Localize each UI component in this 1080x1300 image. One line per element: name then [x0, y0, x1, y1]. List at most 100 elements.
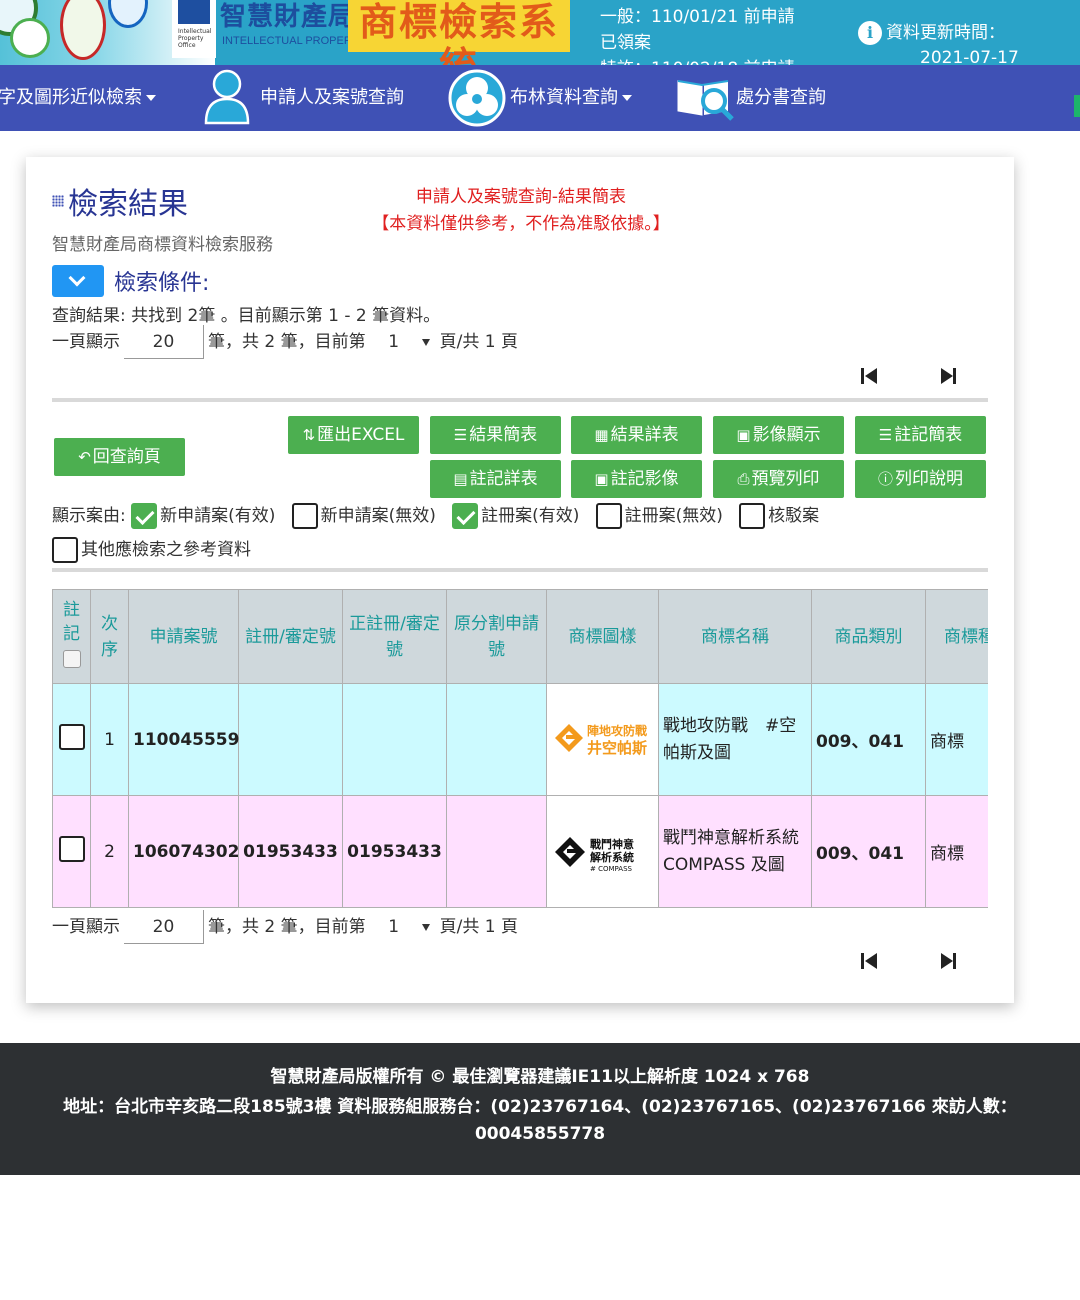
back-to-search-button[interactable]: ↶ 回查詢頁	[54, 438, 185, 476]
button-label: 註記簡表	[894, 425, 963, 445]
page-subtitle: 智慧財產局商標資料檢索服務	[52, 235, 273, 255]
print-preview-button[interactable]: ⎙ 預覽列印	[713, 460, 844, 498]
nav-boolean-search[interactable]: 布林資料查詢	[510, 65, 632, 131]
book-search-icon	[674, 71, 734, 127]
reg-no	[238, 683, 343, 796]
col-main-reg-no[interactable]: 正註冊/審定號	[342, 589, 447, 684]
print-help-button[interactable]: ⓘ 列印說明	[855, 460, 986, 498]
col-classes[interactable]: 商品類別	[811, 589, 926, 684]
nav-label: 處分書查詢	[736, 87, 826, 108]
column-header: 註記	[63, 599, 80, 644]
filter-new-invalid[interactable]: 新申請案(無效)	[291, 503, 436, 529]
note-summary-button[interactable]: ☰ 註記簡表	[855, 416, 986, 454]
result-table-wrapper[interactable]: 註記 次序 申請案號 註冊/審定號 正註冊/審定號 原分割申請號 商標圖樣 商標…	[52, 589, 988, 909]
note-detail-button[interactable]: ▤ 註記詳表	[430, 460, 561, 498]
filter-other-reference[interactable]: 其他應檢索之參考資料	[52, 537, 251, 563]
row-seq: 1	[90, 683, 129, 796]
org-name-cn: 智慧財產局	[220, 2, 356, 32]
reg-no[interactable]: 01953433	[238, 795, 343, 908]
page-size-input[interactable]: 20	[124, 325, 204, 359]
table-header-row: 註記 次序 申請案號 註冊/審定號 正註冊/審定號 原分割申請號 商標圖樣 商標…	[52, 589, 988, 684]
app-no-link[interactable]: 110045559	[128, 683, 239, 796]
select-arrow-icon[interactable]	[421, 923, 430, 931]
nav-decision-search[interactable]: 處分書查詢	[736, 65, 826, 131]
first-page-button[interactable]	[858, 949, 882, 973]
filter-option-label: 新申請案(有效)	[160, 506, 276, 526]
checkbox[interactable]	[452, 503, 479, 529]
note-image-button[interactable]: ▣ 註記影像	[571, 460, 702, 498]
conditions-label[interactable]: 檢索條件:	[114, 265, 209, 297]
info-icon: i	[858, 21, 882, 45]
app-no-link[interactable]: 106074302	[128, 795, 239, 908]
data-update-label: i 資料更新時間：	[858, 18, 1005, 45]
filter-option-label: 其他應檢索之參考資料	[81, 540, 251, 560]
col-kind[interactable]: 商標種類	[925, 589, 988, 684]
trademark-image[interactable]: 陣地攻防戰 井空帕斯	[546, 683, 659, 796]
select-all-checkbox[interactable]	[62, 649, 81, 668]
trademark-kind: 商標	[925, 795, 988, 908]
logo-text: 井空帕斯	[587, 738, 648, 757]
button-label: 影像顯示	[752, 425, 821, 445]
disclaimer-note: 申請人及案號查詢-結果簡表 【本資料僅供參考，不作為准駁依據。】	[346, 184, 696, 238]
image-icon: ▣	[594, 470, 609, 488]
page-size-input[interactable]: 20	[124, 910, 204, 944]
row-seq: 2	[90, 795, 129, 908]
tipo-logo[interactable]: Intellectual Property Office	[172, 0, 216, 58]
export-excel-button[interactable]: ⇅ 匯出EXCEL	[288, 416, 419, 454]
chevron-down-icon	[68, 269, 86, 287]
checkbox[interactable]	[131, 503, 158, 529]
table-row[interactable]: 2 106074302 01953433 01953433 戰鬥神意 解析系統 …	[52, 795, 988, 908]
select-arrow-icon[interactable]	[421, 338, 430, 346]
summary-table-button[interactable]: ☰ 結果簡表	[430, 416, 561, 454]
button-label: 註記詳表	[469, 469, 538, 489]
column-header: 次序	[101, 613, 118, 660]
notice-line-1: 一般：110/01/21 前申請	[600, 7, 795, 27]
pager-suffix: 頁/共 1 頁	[439, 917, 518, 937]
row-checkbox[interactable]	[58, 724, 85, 750]
page-select[interactable]: 1	[366, 910, 422, 944]
toggle-conditions-button[interactable]	[52, 265, 104, 297]
undo-icon: ↶	[78, 448, 91, 466]
pager-prefix: 一頁顯示	[52, 917, 120, 937]
page-select[interactable]: 1	[366, 325, 422, 359]
trademark-kind: 商標	[925, 683, 988, 796]
main-reg-no[interactable]: 01953433	[342, 795, 447, 908]
nav-label: 布林資料查詢	[510, 87, 618, 108]
sort-arrows-icon: ⇅	[302, 426, 316, 444]
list-icon: ☰	[453, 426, 468, 444]
filter-new-valid[interactable]: 新申請案(有效)	[131, 503, 276, 529]
nav-applicant-search[interactable]: 申請人及案號查詢	[260, 65, 404, 131]
filter-option-label: 核駁案	[768, 506, 820, 526]
checkbox[interactable]	[291, 503, 318, 529]
filter-reg-valid[interactable]: 註冊案(有效)	[452, 503, 579, 529]
table-row[interactable]: 1 110045559 陣地攻防戰 井空帕斯 戰地攻防戰 #空帕斯及圖 009、…	[52, 683, 988, 796]
trademark-name: 戰地攻防戰 #空帕斯及圖	[658, 683, 812, 796]
last-page-button[interactable]	[938, 364, 962, 388]
nav-similar-search[interactable]: 字及圖形近似檢索	[0, 65, 156, 131]
row-note-cell	[52, 683, 91, 796]
first-page-button[interactable]	[858, 364, 882, 388]
button-label: 列印說明	[895, 469, 963, 489]
logo-text: 解析系統	[590, 850, 634, 864]
venn-icon	[448, 68, 506, 132]
checkbox[interactable]	[739, 503, 766, 529]
image-view-button[interactable]: ▣ 影像顯示	[713, 416, 844, 454]
filter-rejected[interactable]: 核駁案	[739, 503, 820, 529]
col-name[interactable]: 商標名稱	[658, 589, 812, 684]
checkbox[interactable]	[52, 537, 78, 563]
detail-table-button[interactable]: ▦ 結果詳表	[571, 416, 702, 454]
filter-reg-invalid[interactable]: 註冊案(無效)	[595, 503, 723, 529]
last-page-button[interactable]	[938, 949, 962, 973]
col-app-no[interactable]: 申請案號	[128, 589, 239, 684]
notice-line-2: 已領案	[600, 33, 651, 53]
row-checkbox[interactable]	[58, 836, 85, 862]
col-reg-no[interactable]: 註冊/審定號	[238, 589, 343, 684]
notice-line-3: 特許：110/02/18 前申請	[600, 56, 840, 65]
col-split-no[interactable]: 原分割申請號	[446, 589, 547, 684]
pager-bottom: 一頁顯示 20 筆，共 2 筆，目前第 1 頁/共 1 頁	[52, 910, 518, 944]
pager-middle: 筆，共 2 筆，目前第	[208, 917, 366, 937]
trademark-image[interactable]: 戰鬥神意 解析系統 # COMPASS	[546, 795, 659, 908]
checkbox[interactable]	[595, 503, 622, 529]
grid-bullet-icon	[52, 195, 64, 207]
list-ordered-icon: ☰	[878, 426, 893, 444]
